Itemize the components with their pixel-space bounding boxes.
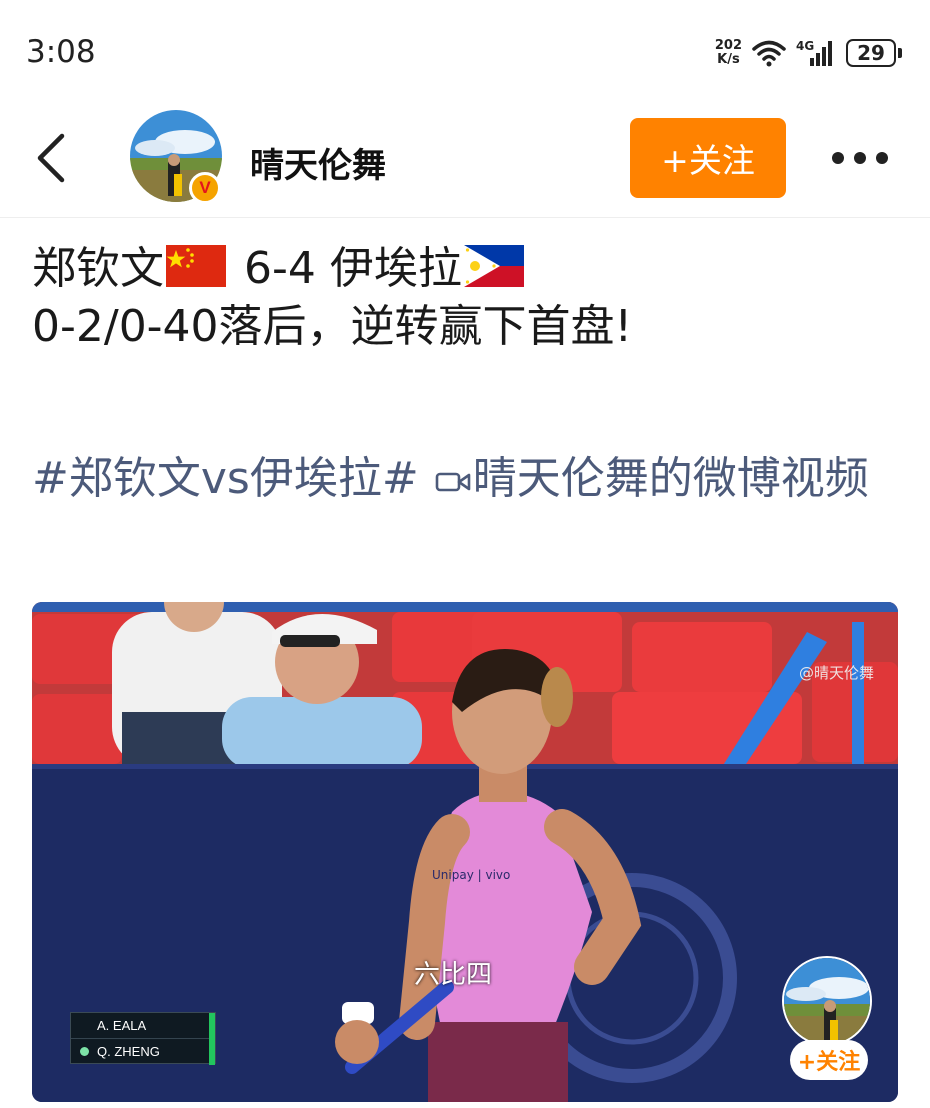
scoreboard-player: Q. ZHENG <box>97 1043 160 1059</box>
svg-text:Unipay | vivo: Unipay | vivo <box>432 868 510 882</box>
more-options-icon[interactable] <box>832 148 888 168</box>
topic-line: #郑钦文vs伊埃拉# 晴天伦舞的微博视频 <box>32 448 902 510</box>
player2-name: 伊埃拉 <box>329 243 462 294</box>
back-arrow-icon[interactable] <box>30 130 74 186</box>
post-header: V 晴天伦舞 +关注 <box>0 100 930 218</box>
video-watermark: @晴天伦舞 <box>798 664 874 682</box>
cellular-signal-icon: 4G <box>796 38 836 68</box>
verified-badge: V <box>189 172 221 204</box>
network-speed-unit: K/s <box>717 52 740 67</box>
battery-level: 29 <box>846 39 896 67</box>
status-icons: 202 K/s 4G 29 <box>715 36 902 70</box>
wifi-icon <box>752 39 786 67</box>
video-player[interactable]: Unipay | vivo @晴天伦舞 六比四 A. EALA Q. ZHENG… <box>32 602 898 1102</box>
post-line-1: 郑钦文 6-4 伊埃拉 <box>32 240 902 298</box>
follow-button[interactable]: +关注 <box>630 118 786 198</box>
video-camera-icon <box>435 472 471 492</box>
network-type: 4G <box>796 39 814 53</box>
status-bar: 3:08 202 K/s 4G 29 <box>0 0 930 100</box>
china-flag-icon <box>166 245 226 287</box>
video-follow-button[interactable]: +关注 <box>790 1040 868 1080</box>
battery-icon: 29 <box>846 39 902 67</box>
network-speed: 202 K/s <box>715 39 742 67</box>
topic-hashtag-link[interactable]: #郑钦文vs伊埃拉# <box>32 453 419 504</box>
video-subtitle: 六比四 <box>414 960 493 990</box>
post-line-2: 0-2/0-40落后，逆转赢下首盘! <box>32 301 633 352</box>
video-source-link[interactable]: 晴天伦舞的微博视频 <box>473 453 869 504</box>
video-author-avatar[interactable] <box>782 956 872 1046</box>
network-speed-value: 202 <box>714 38 742 53</box>
status-time: 3:08 <box>26 34 96 70</box>
scoreboard-row: Q. ZHENG <box>71 1038 215 1063</box>
scoreboard: A. EALA Q. ZHENG <box>70 1012 216 1065</box>
player1-name: 郑钦文 <box>32 243 164 294</box>
scoreboard-row: A. EALA <box>71 1013 215 1038</box>
post-body: 郑钦文 6-4 伊埃拉 0-2/0-40落后，逆转赢下首盘! #郑钦文vs伊埃拉… <box>32 240 902 510</box>
philippines-flag-icon <box>463 245 524 287</box>
serve-indicator-icon <box>80 1047 89 1056</box>
username[interactable]: 晴天伦舞 <box>250 138 386 187</box>
scoreboard-player: A. EALA <box>97 1018 147 1033</box>
scoreboard-accent-bar <box>209 1013 215 1065</box>
match-score: 6-4 <box>244 243 316 294</box>
